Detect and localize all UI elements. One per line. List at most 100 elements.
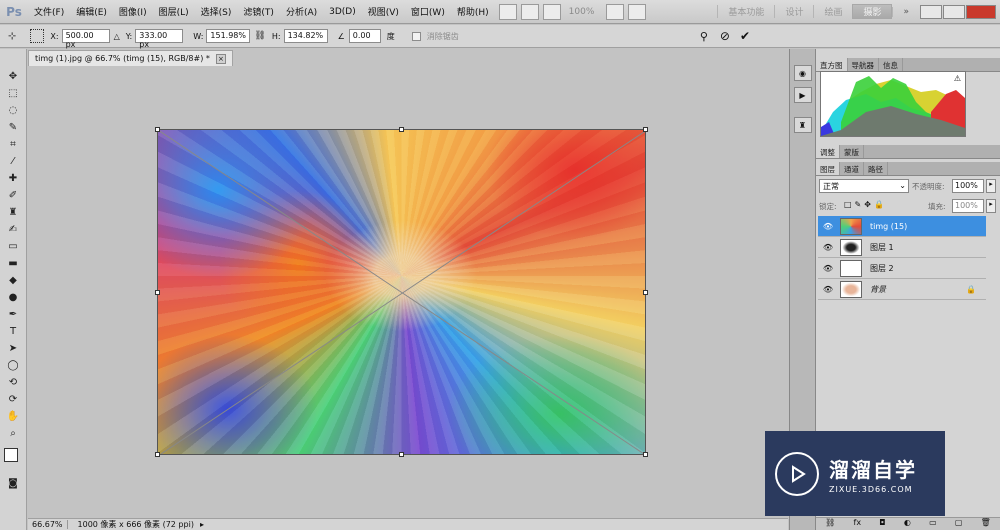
menu-view[interactable]: 视图(V): [362, 5, 405, 18]
fill-slider-button[interactable]: ▸: [986, 199, 996, 213]
fill-input[interactable]: 100%: [952, 199, 984, 213]
canvas-image[interactable]: [157, 129, 646, 455]
visibility-eye-icon[interactable]: 👁: [822, 243, 834, 252]
layer-row-layer1[interactable]: 👁 图层 1: [818, 237, 986, 258]
link-layers-icon[interactable]: ⛓: [825, 518, 835, 530]
w-input[interactable]: 151.98%: [206, 29, 251, 43]
tab-layers[interactable]: 图层: [816, 162, 840, 175]
dodge-tool-icon[interactable]: ●: [5, 290, 21, 304]
menu-filter[interactable]: 滤镜(T): [237, 5, 280, 18]
tab-masks[interactable]: 蒙版: [840, 145, 864, 158]
transform-handle-left[interactable]: [155, 290, 160, 295]
opacity-slider-button[interactable]: ▸: [986, 179, 996, 193]
history-brush-tool-icon[interactable]: ✍: [5, 222, 21, 236]
camera-icon[interactable]: ◉: [793, 65, 812, 81]
menu-edit[interactable]: 编辑(E): [70, 5, 113, 18]
arrange-docs-button[interactable]: [606, 3, 625, 20]
visibility-eye-icon[interactable]: 👁: [822, 222, 834, 231]
reference-point-icon[interactable]: [30, 29, 45, 43]
tab-paths[interactable]: 路径: [864, 162, 888, 175]
eyedropper-tool-icon[interactable]: ⁄: [5, 154, 21, 168]
new-group-icon[interactable]: ▭: [929, 518, 937, 530]
lasso-tool-icon[interactable]: ◌: [5, 103, 21, 117]
crop-tool-icon[interactable]: ⌗: [5, 137, 21, 151]
eraser-tool-icon[interactable]: ▭: [5, 239, 21, 253]
tab-channels[interactable]: 通道: [840, 162, 864, 175]
menu-window[interactable]: 窗口(W): [405, 5, 451, 18]
layer-row-timg15[interactable]: 👁 timg (15): [818, 216, 986, 237]
commit-transform-icon[interactable]: ✔: [740, 29, 750, 43]
zoom-dropdown[interactable]: 100%: [569, 7, 595, 17]
layer-row-background[interactable]: 👁 背景 🔒: [818, 279, 986, 300]
menu-layer[interactable]: 图层(L): [153, 5, 195, 18]
link-icon[interactable]: ⛓: [254, 31, 265, 41]
workspace-design[interactable]: 设计: [774, 5, 813, 18]
cancel-transform-icon[interactable]: ⊘: [720, 29, 730, 43]
close-window-icon[interactable]: [966, 4, 996, 19]
adjustment-layer-icon[interactable]: ◐: [904, 518, 911, 530]
x-input[interactable]: 500.00 px: [61, 29, 110, 49]
minimize-icon[interactable]: [920, 4, 942, 19]
transform-handle-top[interactable]: [399, 127, 404, 132]
document-tab[interactable]: timg (1).jpg @ 66.7% (timg (15), RGB/8#)…: [28, 50, 233, 66]
delete-layer-icon[interactable]: 🗑: [981, 518, 991, 530]
hand-tool-icon[interactable]: ✋: [5, 409, 21, 423]
zoom-tool-icon[interactable]: ⌕: [5, 426, 21, 440]
more-workspaces-button[interactable]: »: [892, 6, 919, 17]
stamp-source-icon[interactable]: ♜: [793, 117, 812, 133]
blur-tool-icon[interactable]: ◆: [5, 273, 21, 287]
transform-handle-top-left[interactable]: [155, 127, 160, 132]
visibility-eye-icon[interactable]: 👁: [822, 264, 834, 273]
play-actions-icon[interactable]: ▶: [793, 87, 812, 103]
transform-handle-right[interactable]: [643, 290, 648, 295]
3d-camera-tool-icon[interactable]: ⟳: [5, 392, 21, 406]
tab-adjustments[interactable]: 调整: [816, 145, 840, 158]
screen-mode-button[interactable]: [628, 3, 647, 20]
visibility-eye-icon[interactable]: 👁: [822, 285, 834, 294]
gradient-tool-icon[interactable]: ▬: [5, 256, 21, 270]
quick-select-tool-icon[interactable]: ✎: [5, 120, 21, 134]
fx-icon[interactable]: fx: [854, 518, 862, 530]
antialias-checkbox[interactable]: [411, 31, 421, 41]
transform-handle-bottom[interactable]: [399, 452, 404, 457]
tab-histogram[interactable]: 直方图: [816, 58, 848, 71]
workspace-painting[interactable]: 绘画: [813, 5, 852, 18]
menu-image[interactable]: 图像(I): [113, 5, 153, 18]
status-menu-icon[interactable]: ▸: [200, 520, 204, 529]
path-select-tool-icon[interactable]: ➤: [5, 341, 21, 355]
menu-select[interactable]: 选择(S): [195, 5, 238, 18]
healing-tool-icon[interactable]: ✚: [5, 171, 21, 185]
guides-button[interactable]: [542, 3, 561, 20]
warp-mode-icon[interactable]: ⚲: [700, 30, 708, 43]
brush-tool-icon[interactable]: ✐: [5, 188, 21, 202]
transform-handle-top-right[interactable]: [643, 127, 648, 132]
tab-info[interactable]: 信息: [879, 58, 903, 71]
color-swatches[interactable]: [0, 444, 26, 474]
marquee-tool-icon[interactable]: ⬚: [5, 86, 21, 100]
tab-navigator[interactable]: 导航器: [848, 58, 879, 71]
restore-icon[interactable]: [943, 4, 965, 19]
move-tool-icon[interactable]: ✥: [5, 69, 21, 83]
stamp-tool-icon[interactable]: ♜: [5, 205, 21, 219]
layer-row-layer2[interactable]: 👁 图层 2: [818, 258, 986, 279]
y-input[interactable]: 333.00 px: [135, 29, 184, 49]
new-layer-icon[interactable]: ▢: [955, 518, 963, 530]
add-mask-icon[interactable]: ◘: [879, 518, 885, 530]
close-document-icon[interactable]: ×: [215, 53, 226, 64]
3d-rotate-tool-icon[interactable]: ⟲: [5, 375, 21, 389]
opacity-input[interactable]: 100%: [952, 179, 984, 193]
transform-handle-bottom-right[interactable]: [643, 452, 648, 457]
transform-handle-bottom-left[interactable]: [155, 452, 160, 457]
minibridge-button[interactable]: [520, 3, 539, 20]
lock-icons[interactable]: □✎✥🔒: [844, 200, 887, 209]
menu-file[interactable]: 文件(F): [28, 5, 70, 18]
blend-mode-select[interactable]: 正常 ⌄: [819, 179, 909, 193]
pen-tool-icon[interactable]: ✒: [5, 307, 21, 321]
workspace-essentials[interactable]: 基本功能: [717, 5, 774, 18]
workspace-photography[interactable]: 摄影: [852, 4, 893, 19]
bridge-button[interactable]: [498, 3, 517, 20]
shape-tool-icon[interactable]: ◯: [5, 358, 21, 372]
menu-help[interactable]: 帮助(H): [451, 5, 495, 18]
h-input[interactable]: 134.82%: [283, 29, 328, 43]
menu-3d[interactable]: 3D(D): [323, 7, 362, 17]
